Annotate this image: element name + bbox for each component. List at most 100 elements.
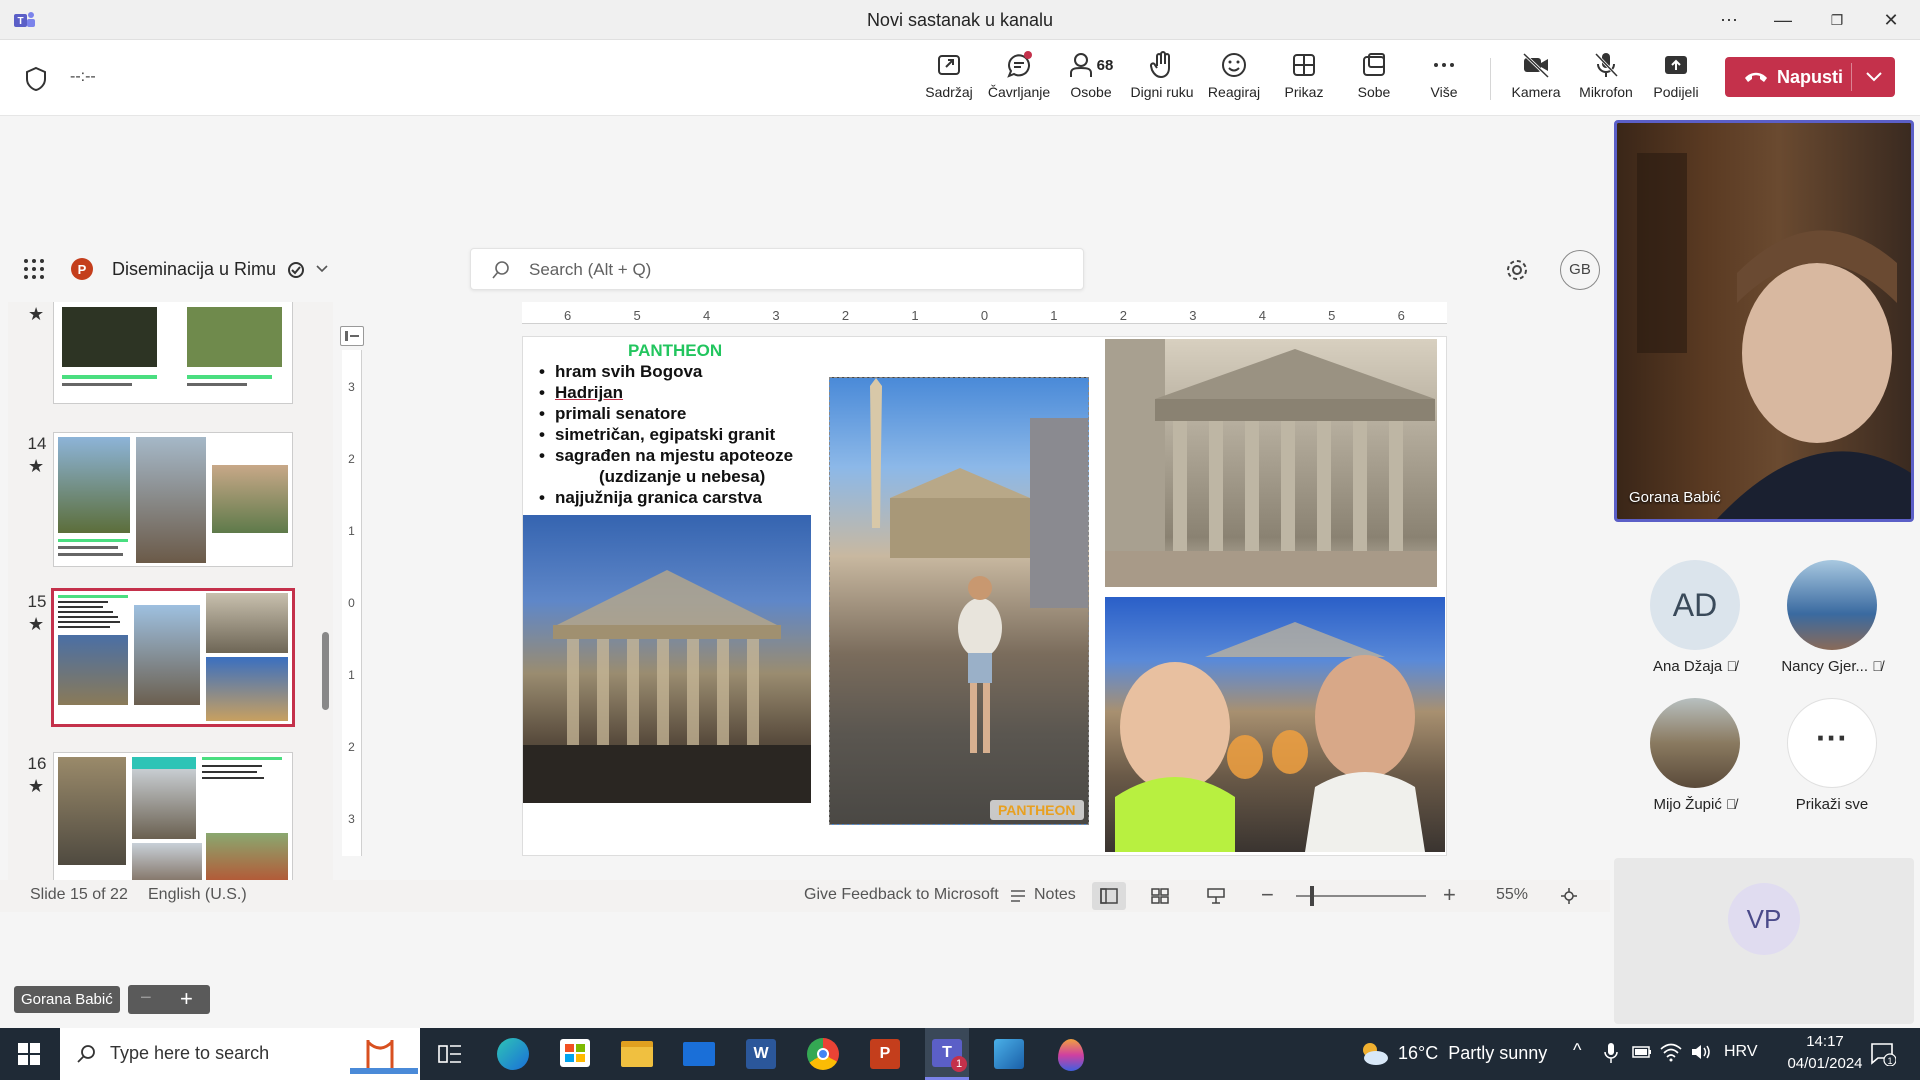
close-button[interactable]: ✕ [1878,8,1904,32]
tray-expand-icon[interactable]: ^ [1573,1040,1581,1061]
people-button[interactable]: 68 Osobe [1053,50,1129,110]
store-icon[interactable] [553,1034,597,1074]
file-name[interactable]: Diseminacija u Rimu [112,259,276,280]
participant-tile[interactable]: Nancy Gjer... 🎙̸ [1762,560,1902,675]
slide-counter[interactable]: Slide 15 of 22 [30,886,128,904]
participant-tile[interactable]: VP [1614,858,1914,1024]
speaker-video-tile[interactable]: Gorana Babić [1614,120,1914,522]
zoom-in-button[interactable]: + [1443,882,1456,908]
ruler-tick: 3 [1189,308,1197,323]
react-label: Reagiraj [1207,84,1261,100]
share-content-button[interactable]: Sadržaj [913,50,985,110]
powerpoint-taskbar-icon[interactable]: P [863,1034,907,1074]
video-feed [1617,123,1911,519]
paint-icon[interactable] [1049,1034,1093,1074]
slide-sorter-icon[interactable] [1151,888,1169,904]
zoom-slider-thumb[interactable] [1310,886,1314,906]
chevron-down-icon[interactable] [316,265,328,273]
ruler-tick: 2 [1119,308,1127,323]
battery-icon[interactable] [1632,1045,1652,1059]
weather-icon[interactable] [1358,1040,1390,1068]
share-button[interactable]: Podijeli [1640,50,1712,110]
thumbnail-scrollbar[interactable] [322,632,329,710]
normal-view-button[interactable] [1092,882,1126,910]
zoom-level[interactable]: 55% [1496,886,1528,904]
zoom-minus-button[interactable]: − [140,987,152,1010]
weather-text[interactable]: 16°C Partly sunny [1398,1043,1547,1064]
window-title: Novi sastanak u kanalu [866,10,1054,30]
notes-icon [1011,890,1025,902]
microphone-button[interactable]: Mikrofon [1570,50,1642,110]
photo-location-tag: PANTHEON [990,800,1084,820]
pantheon-dusk-photo[interactable] [523,515,811,803]
taskbar-search[interactable]: Type here to search [60,1028,420,1080]
slide-thumbnail[interactable] [53,432,293,567]
view-button[interactable]: Prikaz [1268,50,1340,110]
slide-thumbnail[interactable] [53,302,293,404]
edge-icon[interactable] [491,1034,535,1074]
raise-hand-button[interactable]: Digni ruku [1126,50,1198,110]
mail-icon[interactable] [677,1034,721,1074]
network-icon[interactable] [1660,1042,1682,1062]
search-icon [492,261,509,279]
zoom-slider[interactable] [1296,895,1426,897]
more-button[interactable]: Više [1408,50,1480,110]
microphone-tray-icon[interactable] [1604,1042,1618,1064]
slide-thumbnail-selected[interactable] [51,588,295,727]
avatar: VP [1728,883,1800,955]
chrome-icon[interactable] [801,1034,845,1074]
windows-start-icon[interactable] [18,1043,40,1065]
share-content-label: Sadržaj [925,84,973,100]
participant-tile[interactable]: Mijo Župić 🎙̸ [1625,698,1765,813]
teams-taskbar-icon[interactable]: T1 [925,1028,969,1080]
more-options-icon[interactable]: ⋯ [1716,8,1742,32]
selfie-drinks-photo[interactable] [1105,597,1445,852]
react-button[interactable]: Reagiraj [1198,50,1270,110]
slide-canvas[interactable]: PANTHEON • hram svih Bogova • Hadrijan • pr… [522,336,1447,856]
chat-button[interactable]: Čavrljanje [983,50,1055,110]
chat-icon [1007,51,1032,78]
show-all-participants-button[interactable]: ··· Prikaži sve [1762,698,1902,813]
fit-to-window-icon[interactable] [1560,887,1578,905]
language-indicator[interactable]: English (U.S.) [148,886,247,904]
clock-time[interactable]: 14:17 [1790,1033,1860,1050]
saved-status-icon[interactable] [286,260,306,280]
zoom-plus-button[interactable]: + [180,986,193,1012]
photos-icon[interactable] [987,1034,1031,1074]
word-icon[interactable]: W [739,1034,783,1074]
slide-title[interactable]: PANTHEON [628,341,722,361]
shield-icon[interactable] [24,66,48,92]
zoom-out-button[interactable]: − [1261,882,1274,908]
piazza-photo[interactable]: PANTHEON [829,377,1089,825]
rooms-button[interactable]: Sobe [1338,50,1410,110]
feedback-link[interactable]: Give Feedback to Microsoft [804,886,999,904]
settings-gear-icon[interactable] [1505,258,1529,282]
task-view-icon[interactable] [438,1043,462,1065]
search-box[interactable]: Search (Alt + Q) [470,248,1084,290]
notes-button[interactable]: Notes [1034,886,1076,904]
clock-date[interactable]: 04/01/2024 [1776,1055,1874,1072]
minimize-button[interactable]: — [1770,8,1796,32]
input-language[interactable]: HRV [1724,1043,1758,1061]
slide-bullet-list[interactable]: • hram svih Bogova • Hadrijan • primali sen… [529,361,819,508]
bullet-text: najjužnija granica carstva [555,488,762,507]
file-explorer-icon[interactable] [615,1034,659,1074]
participant-name: Nancy Gjer... 🎙̸ [1781,658,1883,675]
notification-center-icon[interactable]: 1 [1870,1042,1896,1066]
app-launcher-icon[interactable] [22,257,46,281]
restore-button[interactable]: ❐ [1824,8,1850,32]
reading-view-icon[interactable] [1207,888,1225,904]
chevron-down-icon[interactable] [1865,71,1883,83]
muted-mic-icon: 🎙̸ [1726,796,1737,812]
camera-button[interactable]: Kamera [1500,50,1572,110]
volume-icon[interactable] [1690,1042,1712,1062]
presenter-label: Gorana Babić [14,986,120,1013]
leave-button[interactable]: Napusti [1725,57,1895,97]
user-avatar[interactable]: GB [1560,250,1600,290]
pantheon-facade-photo[interactable] [1105,339,1437,587]
participant-tile[interactable]: AD Ana Džaja 🎙̸ [1625,560,1765,675]
ruler-tick: 1 [1050,308,1058,323]
collapse-pane-icon[interactable] [340,326,364,346]
ruler-tick: 1 [348,524,355,538]
slide-thumbnail[interactable] [53,752,293,880]
